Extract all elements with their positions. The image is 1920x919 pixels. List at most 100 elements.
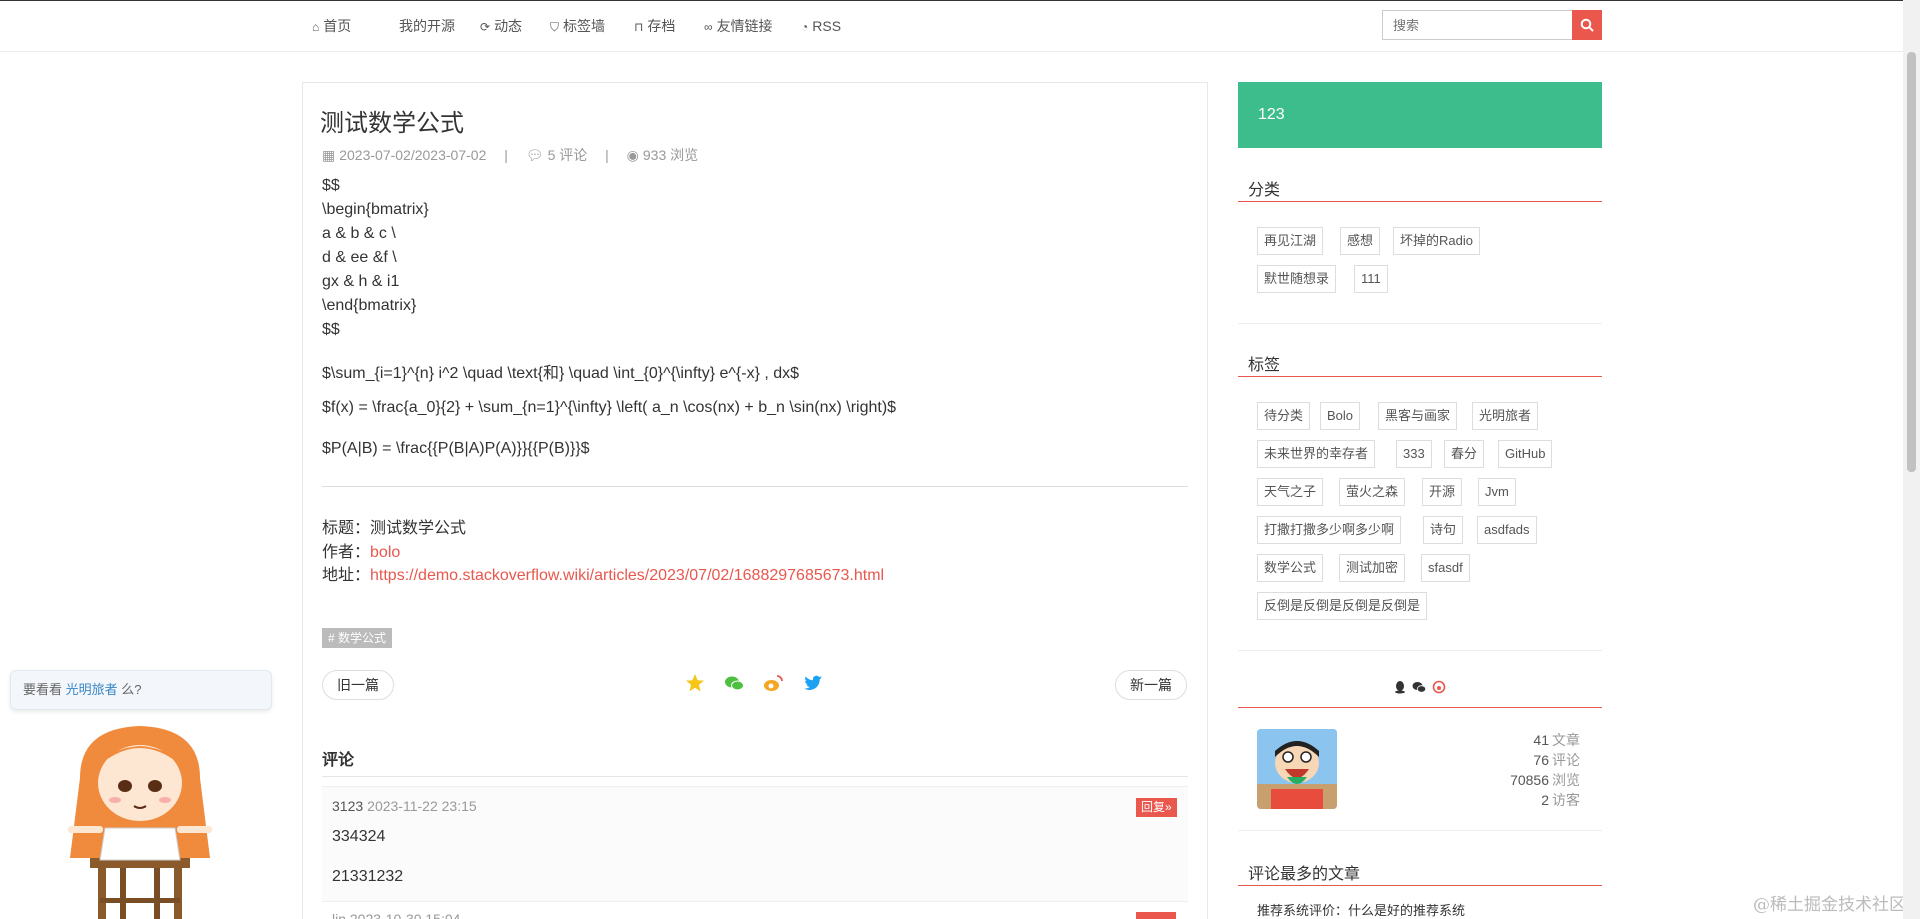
divider (1238, 707, 1602, 708)
tag-chip[interactable]: 待分类 (1257, 402, 1311, 430)
stat-visitors: 2 访客 (1440, 790, 1580, 810)
nav-rss[interactable]: ◔ RSS (801, 1, 841, 51)
divider (322, 776, 1188, 777)
article-date: 2023-07-02/2023-07-02 (339, 147, 487, 163)
qq-icon[interactable] (1393, 680, 1407, 694)
nav-label: 友情链接 (716, 18, 773, 34)
tag-chip[interactable]: 诗句 (1423, 516, 1464, 544)
nav-archive[interactable]: ⊓ 存档 (634, 1, 675, 51)
link-icon: ∞ (704, 20, 713, 34)
meta-separator: | (504, 147, 508, 163)
search-input[interactable] (1382, 10, 1572, 40)
tag-chip[interactable]: Bolo (1320, 402, 1361, 430)
category-chip[interactable]: 111 (1354, 265, 1388, 293)
nav-tags[interactable]: ⛉ 标签墙 (550, 1, 605, 51)
tag-chip[interactable]: 光明旅者 (1472, 402, 1539, 430)
tag-chip[interactable]: sfasdf (1421, 554, 1470, 582)
search-button[interactable] (1572, 10, 1602, 40)
refresh-icon: ⟳ (480, 20, 491, 34)
scrollbar-thumb[interactable] (1907, 52, 1916, 472)
notice-panel: 123 (1238, 82, 1602, 148)
rss-icon: ◔ (801, 20, 809, 34)
nav-links[interactable]: ∞ 友情链接 (704, 1, 773, 51)
article-meta: ▦ 2023-07-02/2023-07-02 | 💬︎ 5 评论 | ◉ 933 浏… (322, 145, 698, 165)
bubble-link[interactable]: 光明旅者 (66, 682, 118, 697)
tag-chip[interactable]: 反倒是反倒是反倒是反倒是 (1257, 592, 1428, 620)
comment-user[interactable]: 3123 (332, 798, 363, 814)
article-url-link[interactable]: https://demo.stackoverflow.wiki/articles… (370, 567, 884, 584)
info-author: 作者：bolo (322, 538, 400, 562)
calendar-icon: ▦ (322, 147, 336, 163)
top-navbar: ⌂ 首页 我的开源 ⟳ 动态 ⛉ 标签墙 ⊓ 存档 ∞ 友情链接 ◔ RSS (0, 0, 1903, 52)
divider (1238, 830, 1602, 831)
most-commented-link[interactable]: 推荐系统评价：什么是好的推荐系统 (1257, 900, 1465, 919)
stat-articles: 41 文章 (1440, 730, 1580, 750)
tags-heading: 标签 (1238, 351, 1602, 377)
article-view-count: 933 浏览 (642, 147, 699, 163)
comments-icon: 💬︎ (525, 147, 544, 163)
author-link[interactable]: bolo (370, 544, 400, 561)
page-scrollbar[interactable] (1903, 0, 1920, 919)
tag-chip[interactable]: 春分 (1444, 440, 1485, 468)
tag-chip[interactable]: 打撒打撒多少啊多少啊 (1257, 516, 1402, 544)
nav-open-source[interactable]: 我的开源 (399, 1, 455, 51)
category-chip[interactable]: 再见江湖 (1257, 227, 1324, 255)
mascot-character[interactable] (60, 718, 220, 919)
category-chip[interactable]: 默世随想录 (1257, 265, 1337, 293)
code-line: \end{bmatrix} (322, 297, 417, 314)
wechat-icon[interactable] (724, 673, 744, 693)
weibo-icon[interactable] (763, 673, 783, 693)
info-label: 地址： (322, 567, 371, 584)
tag-chip[interactable]: 未来世界的幸存者 (1257, 440, 1376, 468)
reply-button[interactable] (1136, 912, 1176, 919)
category-chip[interactable]: 坏掉的Radio (1393, 227, 1480, 255)
tag-chip[interactable]: 333 (1396, 440, 1432, 468)
most-commented-heading: 评论最多的文章 (1238, 860, 1602, 886)
next-article-button[interactable]: 新一篇 (1115, 670, 1187, 700)
home-icon: ⌂ (312, 20, 320, 34)
code-line: a & b & c \ (322, 225, 396, 242)
star-icon[interactable] (685, 673, 705, 693)
tag-chip[interactable]: GitHub (1498, 440, 1553, 468)
bubble-text: 么? (121, 682, 142, 697)
code-line: \begin{bmatrix} (322, 201, 429, 218)
avatar[interactable] (1257, 729, 1337, 809)
tag-chip[interactable]: 数学公式 (1257, 554, 1324, 582)
nav-label: 动态 (494, 18, 523, 34)
prev-article-button[interactable]: 旧一篇 (322, 670, 394, 700)
tag-chip[interactable]: 黑客与画家 (1378, 402, 1458, 430)
bubble-text: 要看看 (23, 682, 63, 697)
watermark: @稀土掘金技术社区 (1753, 895, 1906, 915)
weibo-icon[interactable] (1432, 680, 1446, 694)
inbox-icon: ⊓ (634, 20, 644, 34)
stat-number: 70856 (1510, 772, 1549, 788)
comment-header: 3123 2023-11-22 23:15 (332, 798, 477, 814)
info-value: 测试数学公式 (370, 520, 467, 537)
nav-label: 首页 (323, 18, 352, 34)
stat-number: 2 (1541, 792, 1549, 808)
categories-heading: 分类 (1238, 176, 1602, 202)
nav-label: 标签墙 (563, 18, 606, 34)
divider (1238, 323, 1602, 324)
category-chip[interactable]: 感想 (1340, 227, 1381, 255)
nav-activity[interactable]: ⟳ 动态 (480, 1, 522, 51)
info-title: 标题：测试数学公式 (322, 514, 466, 538)
tag-chip[interactable]: asdfads (1477, 516, 1537, 544)
article-code-block: $$ \begin{bmatrix} a & b & c \ d & ee &f… (322, 174, 429, 342)
tag-chip[interactable]: 开源 (1422, 478, 1463, 506)
tag-chip[interactable]: 萤火之森 (1339, 478, 1406, 506)
stat-label: 访客 (1552, 792, 1580, 808)
info-label: 作者： (322, 544, 371, 561)
tag-chip[interactable]: 测试加密 (1339, 554, 1406, 582)
nav-home[interactable]: ⌂ 首页 (312, 1, 351, 51)
wechat-icon[interactable] (1412, 680, 1426, 694)
code-line: gx & h & i1 (322, 273, 400, 290)
mascot-speech-bubble: 要看看 光明旅者 么? (10, 670, 272, 710)
reply-button[interactable]: 回复» (1136, 798, 1177, 817)
article-tag[interactable]: # 数学公式 (322, 628, 393, 648)
article-comment-count[interactable]: 5 评论 (548, 147, 588, 163)
tag-chip[interactable]: 天气之子 (1257, 478, 1324, 506)
comment-text: 21331232 (332, 868, 404, 885)
twitter-icon[interactable] (803, 673, 823, 693)
tag-chip[interactable]: Jvm (1478, 478, 1516, 506)
